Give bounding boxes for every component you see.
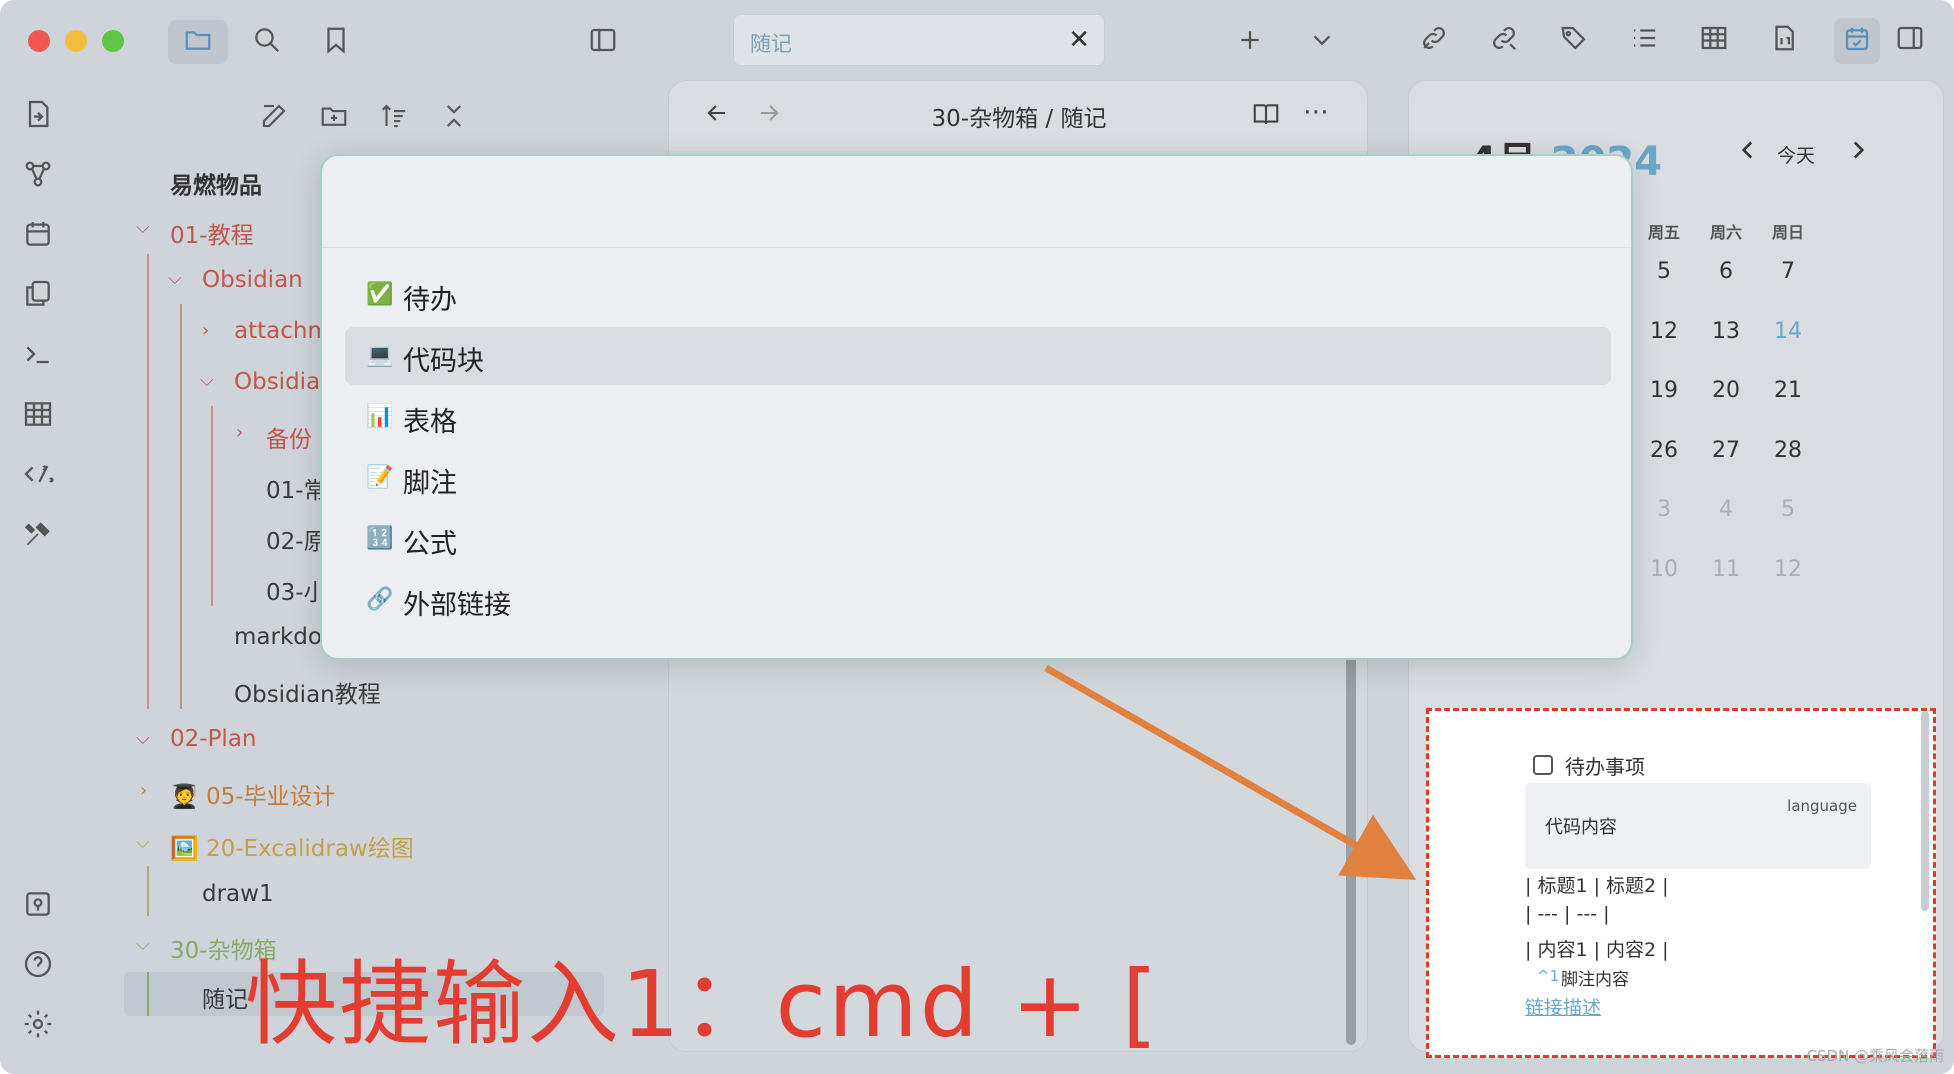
app-window: 随记 ✕ 易燃物品 ⌵ 01-教程 ⌵ Obsidian › attachm ⌵… [0,0,1954,1074]
table-line: | --- | --- | [1525,903,1610,925]
scrollbar[interactable] [1921,711,1929,911]
watermark: CSDN @乘风会落雨 [1806,1047,1944,1065]
todo-text: 待办事项 [1565,755,1645,779]
code-language: language [1787,797,1857,815]
code-content: 代码内容 [1545,817,1617,838]
table-line: | 标题1 | 标题2 | [1525,875,1669,897]
footnote-text: 脚注内容 [1561,970,1629,990]
shortcut-annotation: 快捷输入1：cmd + [ [245,951,1160,1058]
todo-checkbox[interactable] [1533,755,1553,775]
link-text[interactable]: 链接描述 [1525,993,1601,1020]
preview-box: 待办事项 language 代码内容 | 标题1 | 标题2 | | --- |… [1426,708,1936,1058]
table-line: | 内容1 | 内容2 | [1525,939,1669,961]
code-block: language 代码内容 [1525,783,1871,869]
footnote-marker: ^1 [1537,967,1560,985]
